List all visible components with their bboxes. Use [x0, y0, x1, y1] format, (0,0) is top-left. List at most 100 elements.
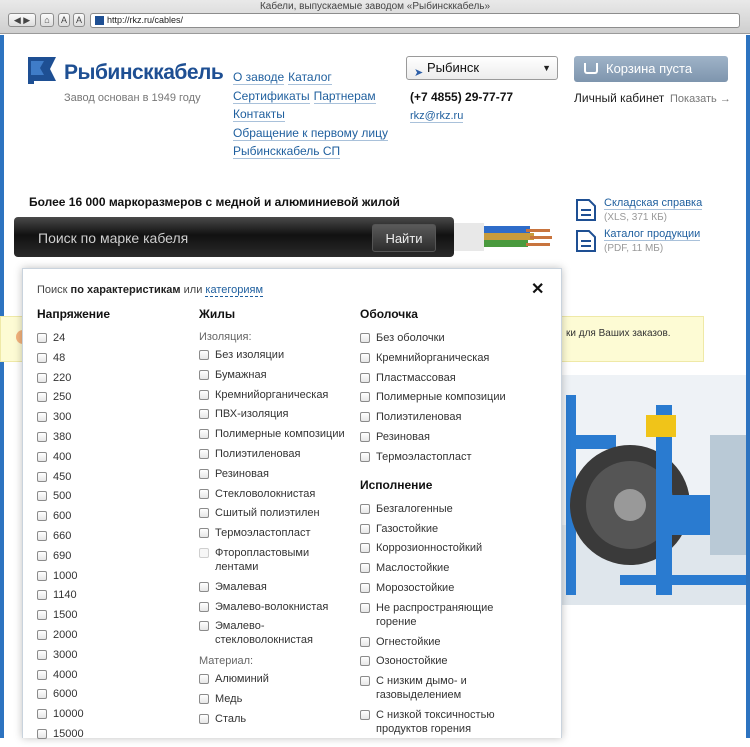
find-button[interactable]: Найти — [372, 224, 436, 252]
checkbox[interactable] — [199, 581, 209, 592]
filter-option[interactable]: Медь — [199, 692, 351, 706]
filter-option[interactable]: Огнестойкие — [360, 635, 530, 649]
filter-option[interactable]: Газостойкие — [360, 522, 530, 536]
filter-option[interactable]: Термоэластопласт — [199, 526, 351, 540]
filter-option[interactable]: Не распространяющие горение — [360, 601, 530, 629]
checkbox[interactable] — [37, 590, 47, 601]
filter-option[interactable]: Эмалево-стекловолокнистая — [199, 619, 351, 647]
filter-option[interactable]: 24 — [37, 331, 187, 345]
checkbox[interactable] — [360, 709, 370, 720]
cable-search-input[interactable] — [26, 225, 362, 251]
filter-option[interactable]: Полимерные композиции — [360, 390, 530, 404]
checkbox[interactable] — [37, 570, 47, 581]
checkbox[interactable] — [37, 530, 47, 541]
checkbox[interactable] — [37, 352, 47, 363]
email-link[interactable]: rkz@rkz.ru — [410, 110, 464, 123]
filter-option[interactable]: Резиновая — [199, 467, 351, 481]
checkbox[interactable] — [199, 429, 209, 440]
nav-ceo-appeal[interactable]: Обращение к первому лицу — [233, 125, 388, 141]
filter-option[interactable]: Без оболочки — [360, 331, 530, 345]
filter-option[interactable]: 300 — [37, 410, 187, 424]
filter-option[interactable]: 2000 — [37, 628, 187, 642]
filter-option[interactable]: 400 — [37, 450, 187, 464]
checkbox[interactable] — [199, 369, 209, 380]
filter-option[interactable]: Полиэтиленовая — [360, 410, 530, 424]
checkbox[interactable] — [37, 629, 47, 640]
filter-option[interactable]: 660 — [37, 529, 187, 543]
filter-option[interactable]: 500 — [37, 489, 187, 503]
filter-option[interactable]: 48 — [37, 351, 187, 365]
checkbox[interactable] — [360, 352, 370, 363]
checkbox[interactable] — [37, 491, 47, 502]
checkbox[interactable] — [360, 431, 370, 442]
checkbox[interactable] — [199, 621, 209, 632]
tab-characteristics[interactable]: по характеристикам — [71, 284, 181, 296]
filter-option[interactable]: Полимерные композиции — [199, 427, 351, 441]
nav-about[interactable]: О заводе — [233, 70, 285, 85]
filter-option[interactable]: 600 — [37, 509, 187, 523]
font-larger-button[interactable]: A — [73, 13, 85, 27]
filter-option[interactable]: Морозостойкие — [360, 581, 530, 595]
filter-option[interactable]: Сталь — [199, 712, 351, 726]
checkbox[interactable] — [199, 508, 209, 519]
checkbox[interactable] — [37, 392, 47, 403]
checkbox[interactable] — [199, 389, 209, 400]
checkbox[interactable] — [199, 547, 209, 558]
checkbox[interactable] — [37, 471, 47, 482]
checkbox[interactable] — [37, 649, 47, 660]
filter-option[interactable]: Полиэтиленовая — [199, 447, 351, 461]
checkbox[interactable] — [360, 333, 370, 343]
filter-option[interactable]: Озоностойкие — [360, 654, 530, 668]
checkbox[interactable] — [37, 333, 47, 343]
checkbox[interactable] — [360, 523, 370, 534]
checkbox[interactable] — [360, 503, 370, 514]
filter-option[interactable]: Фторопластовыми лентами — [199, 546, 351, 574]
filter-option[interactable]: С низкой токсичностью продуктов горения — [360, 708, 530, 736]
filter-option[interactable]: Кремнийорганическая — [360, 351, 530, 365]
home-icon[interactable]: ⌂ — [40, 13, 54, 27]
checkbox[interactable] — [360, 392, 370, 403]
filter-option[interactable]: 3000 — [37, 648, 187, 662]
nav-catalog[interactable]: Каталог — [288, 70, 332, 85]
filter-option[interactable]: Коррозионностойкий — [360, 541, 530, 555]
filter-option[interactable]: Алюминий — [199, 672, 351, 686]
checkbox[interactable] — [37, 372, 47, 383]
filter-option[interactable]: Эмалевая — [199, 580, 351, 594]
nav-partners[interactable]: Партнерам — [313, 88, 376, 104]
checkbox[interactable] — [199, 468, 209, 479]
checkbox[interactable] — [360, 563, 370, 574]
checkbox[interactable] — [360, 656, 370, 667]
nav-certificates[interactable]: Сертификаты — [233, 88, 310, 104]
checkbox[interactable] — [360, 676, 370, 687]
font-smaller-button[interactable]: A — [58, 13, 70, 27]
filter-option[interactable]: 450 — [37, 470, 187, 484]
checkbox[interactable] — [360, 582, 370, 593]
filter-option[interactable]: 220 — [37, 371, 187, 385]
filter-option[interactable]: Безгалогенные — [360, 502, 530, 516]
checkbox[interactable] — [360, 412, 370, 423]
filter-option[interactable]: 380 — [37, 430, 187, 444]
filter-option[interactable]: 690 — [37, 549, 187, 563]
checkbox[interactable] — [199, 409, 209, 420]
checkbox[interactable] — [360, 372, 370, 383]
checkbox[interactable] — [199, 694, 209, 705]
checkbox[interactable] — [37, 610, 47, 621]
checkbox[interactable] — [199, 528, 209, 539]
checkbox[interactable] — [360, 636, 370, 647]
city-select[interactable]: ➤ Рыбинск ▼ — [406, 56, 558, 80]
checkbox[interactable] — [360, 451, 370, 462]
checkbox[interactable] — [37, 550, 47, 561]
filter-option[interactable]: Стекловолокнистая — [199, 487, 351, 501]
checkbox[interactable] — [199, 488, 209, 499]
checkbox[interactable] — [37, 669, 47, 680]
nav-joint-venture[interactable]: Рыбинсккабель СП — [233, 144, 341, 159]
cabinet-link[interactable]: Личный кабинет — [574, 91, 664, 105]
filter-option[interactable]: Маслостойкие — [360, 561, 530, 575]
checkbox[interactable] — [37, 511, 47, 522]
filter-option[interactable]: 1140 — [37, 588, 187, 602]
checkbox[interactable] — [199, 448, 209, 459]
filter-option[interactable]: Эмалево-волокнистая — [199, 600, 351, 614]
nav-contacts[interactable]: Контакты — [233, 107, 285, 122]
checkbox[interactable] — [37, 709, 47, 720]
checkbox[interactable] — [37, 689, 47, 700]
